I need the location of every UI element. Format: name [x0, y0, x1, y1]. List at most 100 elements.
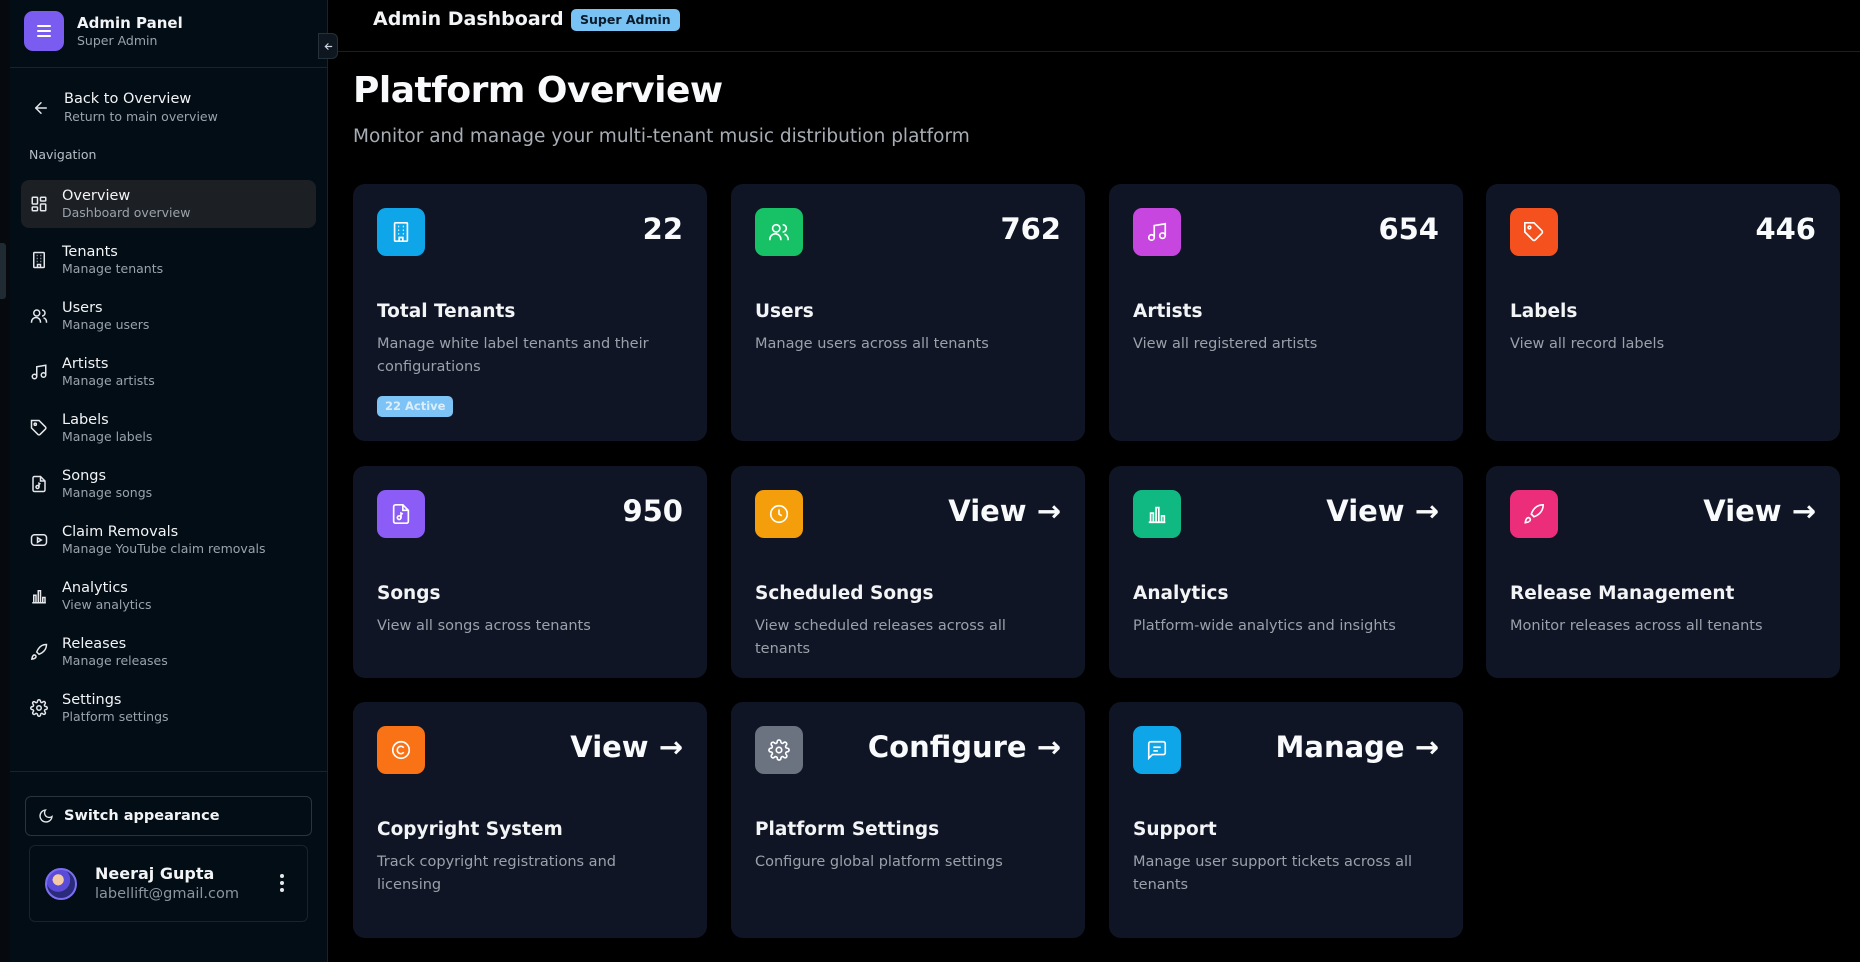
card-value: 446 [1755, 212, 1816, 246]
card-support[interactable]: Manage → Support Manage user support tic… [1109, 702, 1463, 938]
card-action[interactable]: View → [1326, 494, 1439, 528]
brand[interactable]: Admin Panel Super Admin [24, 10, 183, 52]
sidebar: Admin Panel Super Admin Back to Overview… [10, 0, 328, 962]
user-name: Neeraj Gupta [95, 864, 215, 883]
back-to-overview-link[interactable]: Back to Overview Return to main overview [32, 90, 218, 125]
card-action[interactable]: View → [948, 494, 1061, 528]
nav-title: Labels [62, 412, 109, 428]
grid-icon [30, 195, 48, 213]
nav-subtitle: View analytics [62, 597, 152, 612]
card-release-management[interactable]: View → Release Management Monitor releas… [1486, 466, 1840, 678]
card-description: Configure global platform settings [755, 854, 1003, 870]
sidebar-nav: Overview Dashboard overview Tenants Manage… [21, 180, 316, 740]
card-title: Users [755, 301, 814, 322]
copyright-icon [377, 726, 425, 774]
sidebar-item-artists[interactable]: Artists Manage artists [21, 348, 316, 396]
sidebar-item-songs[interactable]: Songs Manage songs [21, 460, 316, 508]
building-icon [377, 208, 425, 256]
tag-icon [1510, 208, 1558, 256]
user-email: labellift@gmail.com [95, 886, 240, 902]
nav-title: Songs [62, 468, 107, 484]
card-description: View all record labels [1510, 336, 1665, 352]
rocket-icon [1510, 490, 1558, 538]
building-icon [30, 251, 48, 269]
nav-title: Releases [62, 636, 127, 652]
switch-appearance-button[interactable]: Switch appearance [25, 796, 312, 836]
nav-subtitle: Manage releases [62, 653, 168, 668]
nav-title: Artists [62, 356, 109, 372]
sidebar-item-analytics[interactable]: Analytics View analytics [21, 572, 316, 620]
music-note-icon [1133, 208, 1181, 256]
switch-appearance-label: Switch appearance [64, 808, 220, 824]
nav-title: Settings [62, 692, 122, 708]
sidebar-item-releases[interactable]: Releases Manage releases [21, 628, 316, 676]
card-action[interactable]: View → [570, 730, 683, 764]
users-icon [30, 307, 48, 325]
menu-icon[interactable] [24, 11, 64, 51]
nav-subtitle: Manage YouTube claim removals [62, 541, 266, 556]
card-description: Platform-wide analytics and insights [1133, 618, 1396, 634]
card-title: Artists [1133, 301, 1203, 322]
card-action[interactable]: Configure → [868, 730, 1061, 764]
more-vertical-icon[interactable] [279, 874, 285, 892]
card-copyright-system[interactable]: View → Copyright System Track copyright … [353, 702, 707, 938]
card-title: Total Tenants [377, 301, 516, 322]
nav-title: Overview [62, 188, 131, 204]
card-description: Manage users across all tenants [755, 336, 989, 352]
sidebar-item-users[interactable]: Users Manage users [21, 292, 316, 340]
edge-handle[interactable] [0, 243, 6, 299]
card-title: Support [1133, 819, 1217, 840]
page-header-title: Admin Dashboard [373, 8, 564, 30]
card-description: Monitor releases across all tenants [1510, 618, 1763, 634]
sidebar-item-settings[interactable]: Settings Platform settings [21, 684, 316, 732]
card-description: Manage user support tickets across all t… [1133, 854, 1413, 893]
card-analytics[interactable]: View → Analytics Platform-wide analytics… [1109, 466, 1463, 678]
moon-icon [39, 809, 53, 823]
page-title: Platform Overview [353, 70, 723, 111]
bar-chart-icon [30, 587, 48, 605]
users-icon [755, 208, 803, 256]
nav-title: Tenants [62, 244, 118, 260]
card-title: Platform Settings [755, 819, 940, 840]
card-users[interactable]: 762 Users Manage users across all tenant… [731, 184, 1085, 441]
card-artists[interactable]: 654 Artists View all registered artists [1109, 184, 1463, 441]
tag-icon [30, 419, 48, 437]
nav-title: Claim Removals [62, 524, 179, 540]
card-title: Labels [1510, 301, 1578, 322]
card-title: Scheduled Songs [755, 583, 934, 604]
sidebar-item-overview[interactable]: Overview Dashboard overview [21, 180, 316, 228]
page-subtitle: Monitor and manage your multi-tenant mus… [353, 126, 970, 147]
collapse-sidebar-button[interactable] [318, 33, 338, 59]
back-subtitle: Return to main overview [64, 109, 218, 124]
card-scheduled-songs[interactable]: View → Scheduled Songs View scheduled re… [731, 466, 1085, 678]
card-description: Manage white label tenants and their con… [377, 336, 649, 375]
sidebar-item-tenants[interactable]: Tenants Manage tenants [21, 236, 316, 284]
gear-icon [30, 699, 48, 717]
sidebar-item-claim-removals[interactable]: Claim Removals Manage YouTube claim remov… [21, 516, 316, 564]
card-action[interactable]: Manage → [1276, 730, 1439, 764]
card-title: Release Management [1510, 583, 1735, 604]
clock-icon [755, 490, 803, 538]
card-title: Copyright System [377, 819, 563, 840]
card-value: 22 [642, 212, 683, 246]
card-action[interactable]: View → [1703, 494, 1816, 528]
arrow-left-icon [323, 42, 332, 50]
youtube-icon [30, 531, 48, 549]
card-platform-settings[interactable]: Configure → Platform Settings Configure … [731, 702, 1085, 938]
card-value: 654 [1378, 212, 1439, 246]
card-songs[interactable]: 950 Songs View all songs across tenants [353, 466, 707, 678]
nav-subtitle: Dashboard overview [62, 205, 191, 220]
user-card[interactable]: Neeraj Gupta labellift@gmail.com [29, 845, 308, 922]
card-description: View scheduled releases across all tenan… [755, 618, 1006, 657]
card-value: 762 [1000, 212, 1061, 246]
nav-subtitle: Manage users [62, 317, 150, 332]
divider [10, 771, 328, 772]
card-total-tenants[interactable]: 22 Total Tenants Manage white label tena… [353, 184, 707, 441]
card-labels[interactable]: 446 Labels View all record labels [1486, 184, 1840, 441]
nav-subtitle: Manage labels [62, 429, 153, 444]
music-file-icon [377, 490, 425, 538]
avatar [45, 867, 77, 900]
card-value: 950 [622, 494, 683, 528]
brand-title: Admin Panel [77, 13, 183, 32]
sidebar-item-labels[interactable]: Labels Manage labels [21, 404, 316, 452]
